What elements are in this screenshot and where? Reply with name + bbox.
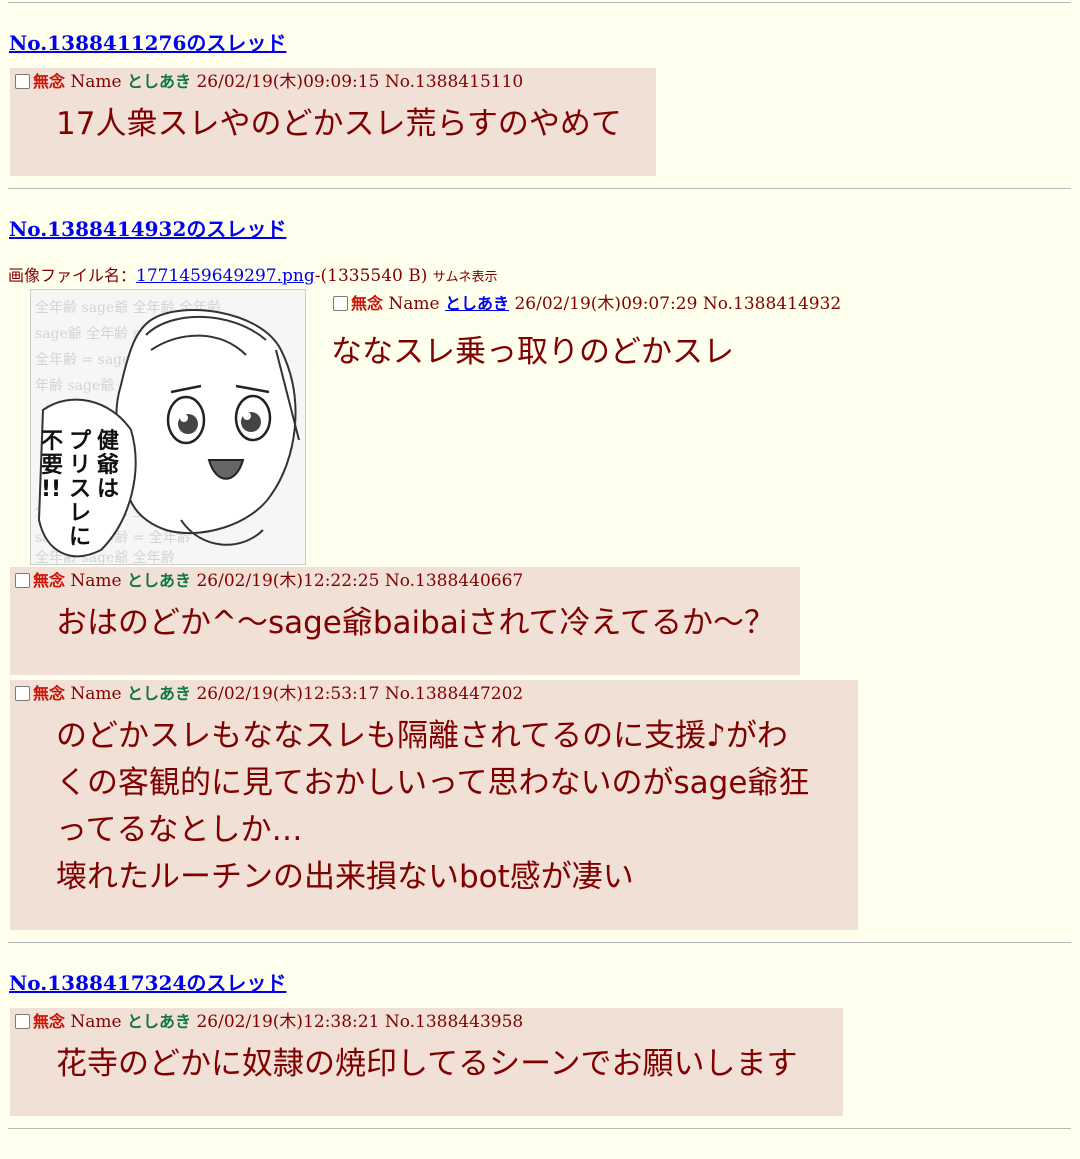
- poster-name: としあき: [127, 72, 192, 91]
- separator: [8, 1128, 1071, 1129]
- name-label: Name: [70, 1012, 122, 1032]
- file-size: -(1335540 B): [314, 266, 428, 286]
- svg-text:!!: !!: [41, 477, 61, 502]
- comment-line: 17人衆スレやのどかスレ荒らすのやめて: [56, 106, 622, 142]
- op-post: 全年齢 sage爺 全年齢 全年齢 sage爺 全年齢 sage 全年齢 全年齢…: [8, 289, 1071, 567]
- comment-line: ってるなとしか…: [56, 812, 303, 848]
- poster-name-link[interactable]: としあき: [445, 294, 509, 313]
- reply-checkbox[interactable]: [15, 1014, 30, 1029]
- subject: 無念: [351, 294, 384, 313]
- name-label: Name: [70, 571, 122, 591]
- post-number[interactable]: No.1388443958: [385, 1012, 523, 1032]
- post-datetime: 26/02/19(木)12:22:25: [196, 571, 380, 591]
- manga-illustration: 全年齢 sage爺 全年齢 全年齢 sage爺 全年齢 sage 全年齢 全年齢…: [31, 290, 305, 565]
- post-number[interactable]: No.1388415110: [385, 72, 523, 92]
- comment-line: のどかスレもななスレも隔離されてるのに支援♪がわ: [56, 718, 788, 754]
- svg-text:に: に: [69, 525, 91, 550]
- name-label: Name: [70, 684, 122, 704]
- svg-text:要: 要: [41, 453, 63, 478]
- svg-text:プ: プ: [69, 429, 92, 454]
- post-number[interactable]: No.1388414932: [703, 294, 841, 314]
- op-info: 無念 Name としあき 26/02/19(木)09:07:29 No.1388…: [331, 293, 841, 376]
- comment-line: くの客観的に見ておかしいって思わないのがsage爺狂: [56, 765, 810, 801]
- post-datetime: 26/02/19(木)12:38:21: [196, 1012, 380, 1032]
- name-label: Name: [70, 72, 122, 92]
- post-number[interactable]: No.1388447202: [385, 684, 523, 704]
- op-checkbox[interactable]: [333, 296, 348, 311]
- svg-text:リ: リ: [69, 453, 91, 478]
- separator: [8, 188, 1071, 189]
- post-datetime: 26/02/19(木)09:09:15: [196, 72, 380, 92]
- poster-name: としあき: [127, 684, 192, 703]
- poster-name: としあき: [127, 1012, 192, 1031]
- reply-checkbox[interactable]: [15, 686, 30, 701]
- svg-text:ス: ス: [69, 477, 91, 502]
- reply: 無念 Name としあき 26/02/19(木)12:22:25 No.1388…: [10, 567, 800, 675]
- thread-link[interactable]: No.1388417324のスレッド: [9, 971, 1071, 995]
- subject: 無念: [33, 684, 66, 703]
- file-info: 画像ファイル名：1771459649297.png-(1335540 B) サム…: [8, 265, 1071, 289]
- svg-text:レ: レ: [69, 501, 91, 526]
- separator: [8, 942, 1071, 943]
- svg-text:不: 不: [41, 429, 63, 454]
- post-datetime: 26/02/19(木)09:07:29: [514, 294, 698, 314]
- comment-line: 花寺のどかに奴隷の焼印してるシーンでお願いします: [56, 1046, 798, 1082]
- thread-link[interactable]: No.1388414932のスレッド: [9, 217, 1071, 241]
- svg-text:爺: 爺: [96, 452, 120, 478]
- reply: 無念 Name としあき 26/02/19(木)09:09:15 No.1388…: [10, 68, 656, 176]
- subject: 無念: [33, 1012, 66, 1031]
- thread-list: No.1388411276のスレッド 無念 Name としあき 26/02/19…: [8, 0, 1071, 1129]
- reply-checkbox[interactable]: [15, 573, 30, 588]
- image-text-1: 健: [97, 428, 119, 454]
- reply-checkbox[interactable]: [15, 74, 30, 89]
- post-number[interactable]: No.1388440667: [385, 571, 523, 591]
- subject: 無念: [33, 571, 66, 590]
- thread-link[interactable]: No.1388411276のスレッド: [9, 31, 1071, 55]
- name-label: Name: [388, 294, 440, 314]
- comment-line: ななスレ乗っ取りのどかスレ: [331, 334, 734, 370]
- comment-line: おはのどか^〜sage爺baibaiされて冷えてるか〜？: [56, 605, 775, 641]
- subject: 無念: [33, 72, 66, 91]
- poster-name: としあき: [127, 571, 192, 590]
- file-label: 画像ファイル名：: [8, 266, 137, 285]
- thumb-toggle[interactable]: サムネ表示: [433, 270, 498, 285]
- reply: 無念 Name としあき 26/02/19(木)12:53:17 No.1388…: [10, 680, 858, 930]
- post-datetime: 26/02/19(木)12:53:17: [196, 684, 380, 704]
- separator: [8, 2, 1071, 3]
- file-link[interactable]: 1771459649297.png: [136, 266, 315, 286]
- comment-line: 壊れたルーチンの出来損ないbot感が凄い: [56, 859, 634, 895]
- thread-image[interactable]: 全年齢 sage爺 全年齢 全年齢 sage爺 全年齢 sage 全年齢 全年齢…: [30, 289, 306, 565]
- svg-text:は: は: [97, 477, 119, 502]
- reply: 無念 Name としあき 26/02/19(木)12:38:21 No.1388…: [10, 1008, 843, 1116]
- svg-text:全年齢 sage爺 全年齢: 全年齢 sage爺 全年齢: [35, 549, 175, 565]
